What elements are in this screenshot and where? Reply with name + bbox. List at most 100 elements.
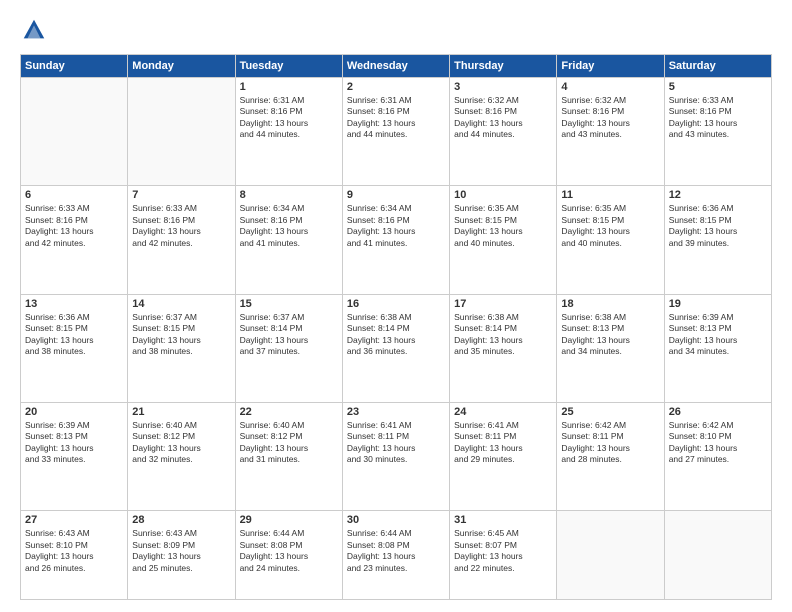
calendar-cell: 25 Sunrise: 6:42 AM Sunset: 8:11 PM Dayli… [557, 402, 664, 510]
cell-info: Sunrise: 6:44 AM Sunset: 8:08 PM Dayligh… [240, 528, 338, 574]
day-number: 13 [25, 298, 123, 310]
calendar-cell: 8 Sunrise: 6:34 AM Sunset: 8:16 PM Daylig… [235, 186, 342, 294]
calendar-cell: 17 Sunrise: 6:38 AM Sunset: 8:14 PM Dayli… [450, 294, 557, 402]
week-row-5: 27Sunrise: 6:43 AM Sunset: 8:10 PM Dayli… [21, 511, 772, 600]
calendar-cell: 27Sunrise: 6:43 AM Sunset: 8:10 PM Dayli… [21, 511, 128, 600]
day-number: 1 [240, 81, 338, 93]
calendar-cell: 16 Sunrise: 6:38 AM Sunset: 8:14 PM Dayli… [342, 294, 449, 402]
cell-info: Sunrise: 6:41 AM Sunset: 8:11 PM Dayligh… [347, 420, 445, 466]
day-number: 3 [454, 81, 552, 93]
day-number: 16 [347, 298, 445, 310]
day-number: 29 [240, 514, 338, 526]
calendar-cell: 26 Sunrise: 6:42 AM Sunset: 8:10 PM Dayli… [664, 402, 771, 510]
weekday-header-tuesday: Tuesday [235, 55, 342, 78]
cell-info: Sunrise: 6:38 AM Sunset: 8:14 PM Dayligh… [347, 312, 445, 358]
day-number: 19 [669, 298, 767, 310]
day-number: 14 [132, 298, 230, 310]
cell-info: Sunrise: 6:41 AM Sunset: 8:11 PM Dayligh… [454, 420, 552, 466]
cell-info: Sunrise: 6:43 AM Sunset: 8:10 PM Dayligh… [25, 528, 123, 574]
weekday-header-friday: Friday [557, 55, 664, 78]
cell-info: Sunrise: 6:31 AM Sunset: 8:16 PM Dayligh… [240, 95, 338, 141]
week-row-3: 13 Sunrise: 6:36 AM Sunset: 8:15 PM Dayli… [21, 294, 772, 402]
day-number: 30 [347, 514, 445, 526]
day-number: 26 [669, 406, 767, 418]
calendar-cell: 15 Sunrise: 6:37 AM Sunset: 8:14 PM Dayli… [235, 294, 342, 402]
weekday-header-thursday: Thursday [450, 55, 557, 78]
calendar-cell: 6Sunrise: 6:33 AM Sunset: 8:16 PM Daylig… [21, 186, 128, 294]
day-number: 21 [132, 406, 230, 418]
cell-info: Sunrise: 6:43 AM Sunset: 8:09 PM Dayligh… [132, 528, 230, 574]
weekday-header-saturday: Saturday [664, 55, 771, 78]
day-number: 17 [454, 298, 552, 310]
calendar-cell: 28Sunrise: 6:43 AM Sunset: 8:09 PM Dayli… [128, 511, 235, 600]
cell-info: Sunrise: 6:34 AM Sunset: 8:16 PM Dayligh… [347, 203, 445, 249]
day-number: 25 [561, 406, 659, 418]
day-number: 20 [25, 406, 123, 418]
day-number: 18 [561, 298, 659, 310]
calendar-cell: 4 Sunrise: 6:32 AM Sunset: 8:16 PM Daylig… [557, 78, 664, 186]
cell-info: Sunrise: 6:35 AM Sunset: 8:15 PM Dayligh… [561, 203, 659, 249]
logo [20, 16, 52, 44]
day-number: 5 [669, 81, 767, 93]
calendar-cell: 20 Sunrise: 6:39 AM Sunset: 8:13 PM Dayli… [21, 402, 128, 510]
cell-info: Sunrise: 6:33 AM Sunset: 8:16 PM Dayligh… [25, 203, 123, 249]
cell-info: Sunrise: 6:36 AM Sunset: 8:15 PM Dayligh… [25, 312, 123, 358]
cell-info: Sunrise: 6:37 AM Sunset: 8:15 PM Dayligh… [132, 312, 230, 358]
calendar-cell: 10 Sunrise: 6:35 AM Sunset: 8:15 PM Dayli… [450, 186, 557, 294]
cell-info: Sunrise: 6:40 AM Sunset: 8:12 PM Dayligh… [240, 420, 338, 466]
day-number: 31 [454, 514, 552, 526]
logo-icon [20, 16, 48, 44]
cell-info: Sunrise: 6:39 AM Sunset: 8:13 PM Dayligh… [25, 420, 123, 466]
day-number: 24 [454, 406, 552, 418]
day-number: 2 [347, 81, 445, 93]
cell-info: Sunrise: 6:39 AM Sunset: 8:13 PM Dayligh… [669, 312, 767, 358]
weekday-header-monday: Monday [128, 55, 235, 78]
calendar-cell: 30 Sunrise: 6:44 AM Sunset: 8:08 PM Dayli… [342, 511, 449, 600]
cell-info: Sunrise: 6:42 AM Sunset: 8:11 PM Dayligh… [561, 420, 659, 466]
calendar-table: SundayMondayTuesdayWednesdayThursdayFrid… [20, 54, 772, 600]
day-number: 10 [454, 189, 552, 201]
cell-info: Sunrise: 6:44 AM Sunset: 8:08 PM Dayligh… [347, 528, 445, 574]
calendar-cell [128, 78, 235, 186]
calendar-cell: 21Sunrise: 6:40 AM Sunset: 8:12 PM Dayli… [128, 402, 235, 510]
week-row-4: 20 Sunrise: 6:39 AM Sunset: 8:13 PM Dayli… [21, 402, 772, 510]
day-number: 23 [347, 406, 445, 418]
calendar-cell: 29 Sunrise: 6:44 AM Sunset: 8:08 PM Dayli… [235, 511, 342, 600]
weekday-header-sunday: Sunday [21, 55, 128, 78]
calendar-cell: 14 Sunrise: 6:37 AM Sunset: 8:15 PM Dayli… [128, 294, 235, 402]
cell-info: Sunrise: 6:34 AM Sunset: 8:16 PM Dayligh… [240, 203, 338, 249]
day-number: 11 [561, 189, 659, 201]
weekday-header-row: SundayMondayTuesdayWednesdayThursdayFrid… [21, 55, 772, 78]
day-number: 8 [240, 189, 338, 201]
cell-info: Sunrise: 6:38 AM Sunset: 8:14 PM Dayligh… [454, 312, 552, 358]
cell-info: Sunrise: 6:38 AM Sunset: 8:13 PM Dayligh… [561, 312, 659, 358]
cell-info: Sunrise: 6:42 AM Sunset: 8:10 PM Dayligh… [669, 420, 767, 466]
weekday-header-wednesday: Wednesday [342, 55, 449, 78]
cell-info: Sunrise: 6:36 AM Sunset: 8:15 PM Dayligh… [669, 203, 767, 249]
calendar-cell [664, 511, 771, 600]
week-row-1: 1 Sunrise: 6:31 AM Sunset: 8:16 PM Daylig… [21, 78, 772, 186]
calendar-cell: 12 Sunrise: 6:36 AM Sunset: 8:15 PM Dayli… [664, 186, 771, 294]
day-number: 7 [132, 189, 230, 201]
day-number: 9 [347, 189, 445, 201]
day-number: 4 [561, 81, 659, 93]
day-number: 15 [240, 298, 338, 310]
calendar-cell [557, 511, 664, 600]
cell-info: Sunrise: 6:37 AM Sunset: 8:14 PM Dayligh… [240, 312, 338, 358]
cell-info: Sunrise: 6:35 AM Sunset: 8:15 PM Dayligh… [454, 203, 552, 249]
cell-info: Sunrise: 6:33 AM Sunset: 8:16 PM Dayligh… [132, 203, 230, 249]
week-row-2: 6Sunrise: 6:33 AM Sunset: 8:16 PM Daylig… [21, 186, 772, 294]
calendar-cell: 18 Sunrise: 6:38 AM Sunset: 8:13 PM Dayli… [557, 294, 664, 402]
cell-info: Sunrise: 6:32 AM Sunset: 8:16 PM Dayligh… [561, 95, 659, 141]
day-number: 22 [240, 406, 338, 418]
calendar-cell: 3 Sunrise: 6:32 AM Sunset: 8:16 PM Daylig… [450, 78, 557, 186]
cell-info: Sunrise: 6:33 AM Sunset: 8:16 PM Dayligh… [669, 95, 767, 141]
calendar-cell [21, 78, 128, 186]
calendar-cell: 19 Sunrise: 6:39 AM Sunset: 8:13 PM Dayli… [664, 294, 771, 402]
calendar-cell: 24 Sunrise: 6:41 AM Sunset: 8:11 PM Dayli… [450, 402, 557, 510]
calendar-cell: 1 Sunrise: 6:31 AM Sunset: 8:16 PM Daylig… [235, 78, 342, 186]
calendar-cell: 9 Sunrise: 6:34 AM Sunset: 8:16 PM Daylig… [342, 186, 449, 294]
day-number: 12 [669, 189, 767, 201]
cell-info: Sunrise: 6:45 AM Sunset: 8:07 PM Dayligh… [454, 528, 552, 574]
cell-info: Sunrise: 6:32 AM Sunset: 8:16 PM Dayligh… [454, 95, 552, 141]
